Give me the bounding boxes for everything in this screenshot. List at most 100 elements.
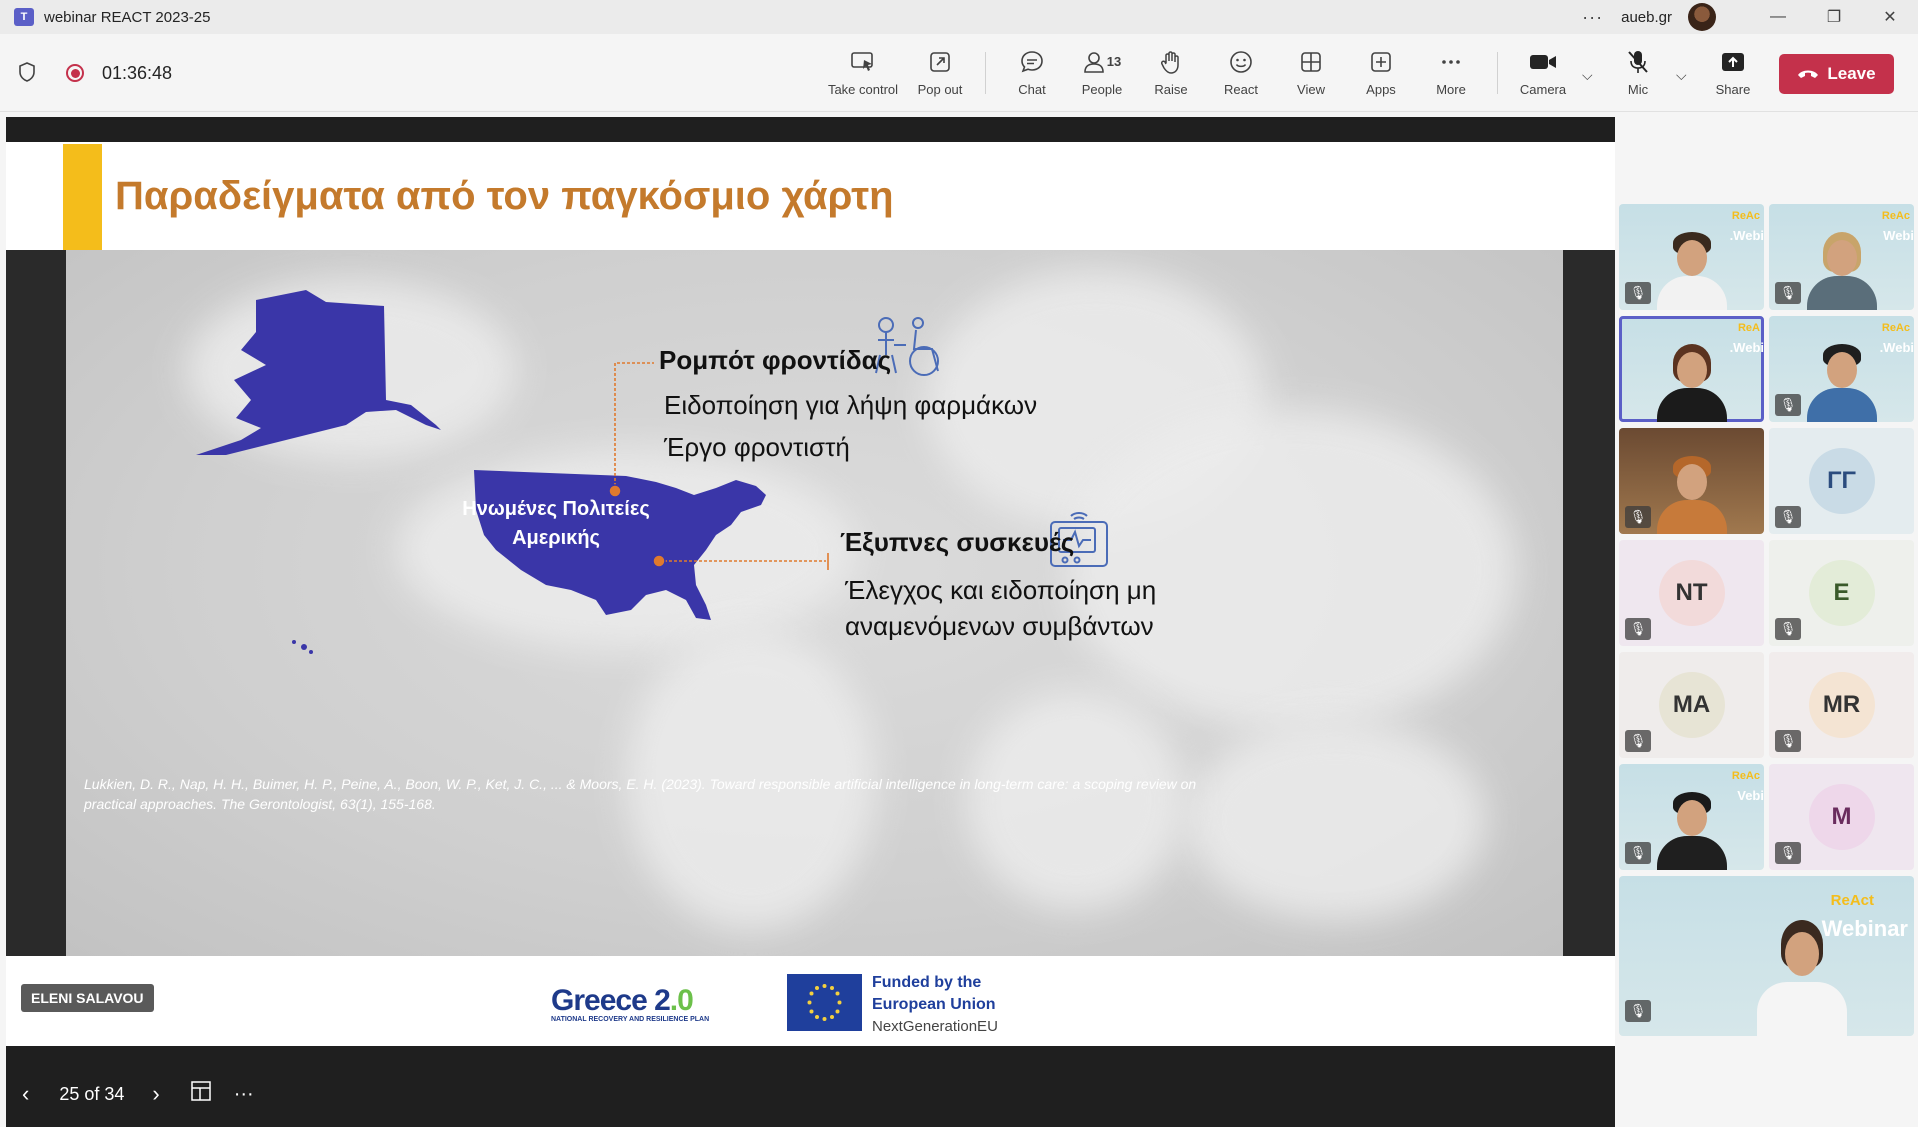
share-label: Share	[1715, 82, 1751, 97]
chat-icon	[1019, 46, 1045, 78]
smiley-icon	[1229, 46, 1253, 78]
pop-out-icon	[928, 46, 952, 78]
apps-button[interactable]: Apps	[1348, 46, 1414, 102]
webinar-text: .Webi	[1879, 340, 1914, 355]
people-icon: 13	[1083, 46, 1121, 78]
people-count: 13	[1106, 54, 1122, 69]
usa-label-line2: Αμερικής	[512, 527, 600, 549]
mic-muted-icon: 🎙	[1625, 730, 1651, 752]
mic-muted-icon: 🎙	[1775, 618, 1801, 640]
minimize-button[interactable]: —	[1750, 0, 1806, 34]
people-label: People	[1081, 82, 1123, 97]
greece-logo-dot: .0	[669, 984, 694, 1017]
participant-tile[interactable]: MR 🎙	[1769, 652, 1914, 758]
more-button[interactable]: More	[1418, 46, 1484, 102]
meeting-toolbar: 01:36:48 Take control Pop out Chat 13 Pe…	[0, 34, 1918, 112]
webinar-text: Webi	[1883, 228, 1914, 243]
greece-2-logo: Greece 2.0 NATIONAL RECOVERY AND RESILIE…	[551, 984, 709, 1023]
leave-button[interactable]: Leave	[1779, 54, 1894, 94]
webinar-tag: ReAc	[1731, 770, 1760, 782]
slide-more-icon[interactable]: ···	[234, 1083, 254, 1106]
chat-label: Chat	[1018, 82, 1046, 97]
toolbar-divider	[1497, 52, 1498, 94]
previous-slide-icon[interactable]: ‹	[22, 1081, 29, 1107]
mic-muted-icon: 🎙	[1625, 618, 1651, 640]
participant-tile[interactable]: MA 🎙	[1619, 652, 1764, 758]
greece-logo-subtitle: NATIONAL RECOVERY AND RESILIENCE PLAN	[551, 1016, 710, 1023]
mic-muted-icon: 🎙	[1775, 730, 1801, 752]
participant-tile-active[interactable]: ReA .Webi	[1619, 316, 1764, 422]
participant-tile[interactable]: 🎙	[1619, 428, 1764, 534]
mic-off-icon	[1626, 46, 1650, 78]
eu-line1: Funded by the	[872, 974, 982, 991]
participant-tile[interactable]: ReAc Webi 🎙	[1769, 204, 1914, 310]
share-button[interactable]: Share	[1700, 46, 1766, 102]
pop-out-button[interactable]: Pop out	[907, 46, 973, 102]
shield-icon[interactable]	[18, 62, 38, 84]
camera-options-chevron-icon[interactable]: ⌵	[1582, 67, 1593, 84]
participant-video	[1656, 230, 1727, 310]
raise-hand-button[interactable]: Raise	[1138, 46, 1204, 102]
take-control-icon	[850, 46, 876, 78]
participant-tile[interactable]: ReAc .Webi 🎙	[1769, 316, 1914, 422]
participant-video	[1656, 790, 1727, 870]
restore-button[interactable]: ❐	[1806, 0, 1862, 34]
toolbar-divider	[985, 52, 986, 94]
participant-initials: M	[1808, 784, 1875, 850]
robot-title: Ρομπότ φροντίδας	[659, 345, 892, 375]
eu-line3: NextGenerationEU	[872, 1018, 998, 1035]
take-control-button[interactable]: Take control	[827, 46, 899, 102]
webinar-text: Vebi	[1737, 788, 1764, 803]
world-map-area: Ηνωμένες Πολιτείες Αμερικής Ρομπότ φροντ…	[6, 250, 1615, 956]
close-button[interactable]: ✕	[1862, 0, 1918, 34]
take-control-label: Take control	[827, 82, 899, 97]
participant-video	[1656, 342, 1727, 422]
mic-muted-icon: 🎙	[1625, 842, 1651, 864]
participant-initials: ΓΓ	[1808, 448, 1875, 514]
react-button[interactable]: React	[1208, 46, 1274, 102]
eu-flag-icon	[787, 974, 862, 1031]
view-button[interactable]: View	[1278, 46, 1344, 102]
camera-button[interactable]: Camera	[1510, 46, 1576, 102]
participant-tile[interactable]: ReAc Vebi 🎙	[1619, 764, 1764, 870]
participant-video	[1806, 230, 1877, 310]
participant-initials: NT	[1658, 560, 1725, 626]
chat-button[interactable]: Chat	[999, 46, 1065, 102]
webinar-tag: ReAc	[1881, 210, 1910, 222]
hand-icon	[1159, 46, 1183, 78]
mic-muted-icon: 🎙	[1775, 394, 1801, 416]
mic-muted-icon: 🎙	[1625, 506, 1651, 528]
window-title: webinar REACT 2023-25	[44, 8, 211, 26]
mic-label: Mic	[1627, 82, 1649, 97]
recording-icon	[66, 64, 84, 82]
slide-title: Παραδείγματα από τον παγκόσμιο χάρτη	[115, 174, 894, 218]
participant-tile[interactable]: M 🎙	[1769, 764, 1914, 870]
robot-connector-line	[614, 362, 654, 491]
more-options-icon[interactable]: ···	[1582, 7, 1603, 28]
view-label: View	[1297, 82, 1325, 97]
webinar-tag: ReA	[1737, 322, 1760, 334]
people-button[interactable]: 13 People	[1069, 46, 1135, 102]
shared-content-stage: Παραδείγματα από τον παγκόσμιο χάρτη Ηνω…	[6, 117, 1615, 1127]
raise-label: Raise	[1154, 82, 1188, 97]
camera-icon	[1529, 46, 1557, 78]
mic-options-chevron-icon[interactable]: ⌵	[1676, 67, 1687, 84]
participant-initials: MR	[1808, 672, 1875, 738]
org-name[interactable]: aueb.gr	[1621, 9, 1672, 26]
participant-tile[interactable]: E 🎙	[1769, 540, 1914, 646]
mic-button[interactable]: Mic	[1605, 46, 1671, 102]
robot-item-medication: Ειδοποίηση για λήψη φαρμάκων	[664, 390, 1038, 420]
participant-tile[interactable]: ΓΓ 🎙	[1769, 428, 1914, 534]
speaker-tile[interactable]: ReAct .Webinar 🎙	[1619, 876, 1914, 1036]
participant-tile[interactable]: ReAc .Webi 🎙	[1619, 204, 1764, 310]
participant-tile[interactable]: NT 🎙	[1619, 540, 1764, 646]
next-slide-icon[interactable]: ›	[152, 1081, 159, 1107]
user-avatar[interactable]	[1688, 3, 1716, 31]
mic-muted-icon: 🎙	[1775, 282, 1801, 304]
share-icon	[1720, 46, 1746, 78]
greece-logo-text: Greece 2	[551, 984, 671, 1017]
slide-navigation: ‹ 25 of 34 › ···	[6, 1061, 1615, 1127]
speaker-video	[1756, 916, 1847, 1036]
mic-muted-icon: 🎙	[1625, 1000, 1651, 1022]
slide-overview-icon[interactable]	[190, 1080, 212, 1108]
